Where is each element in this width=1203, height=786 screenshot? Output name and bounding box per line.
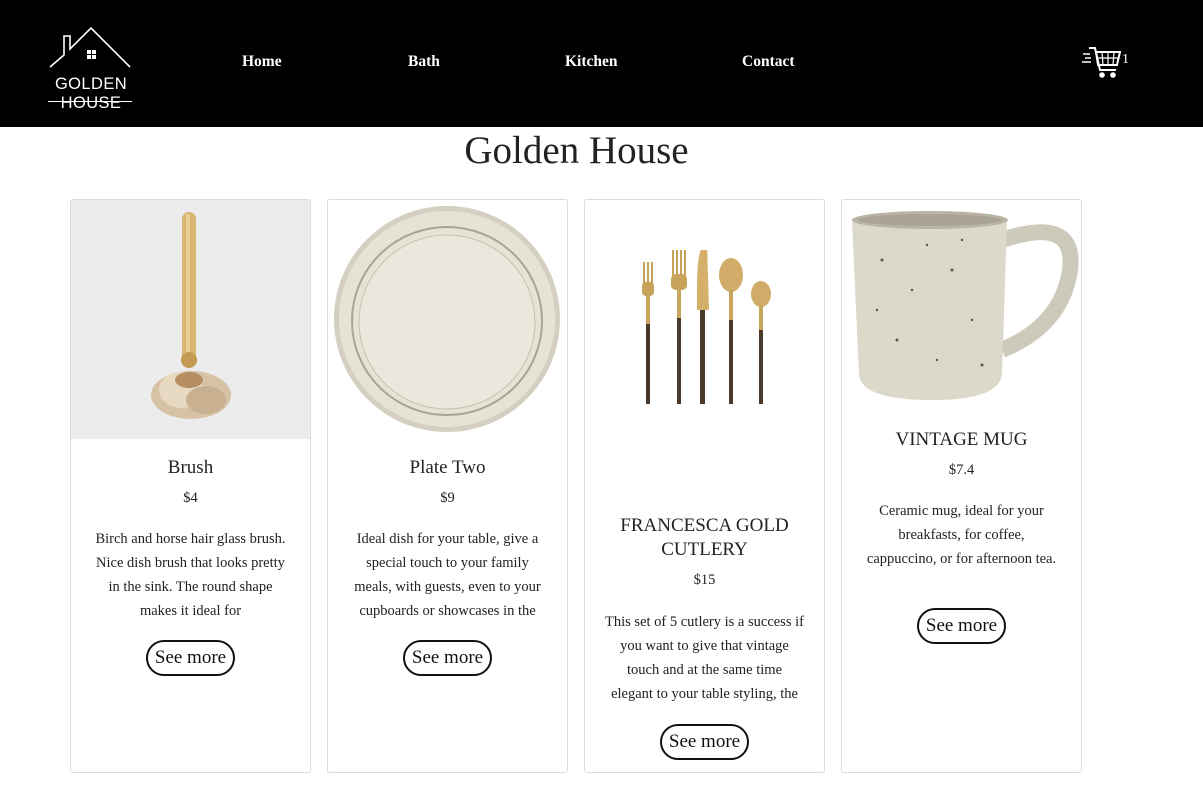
product-card-cutlery: FRANCESCA GOLD CUTLERY $15 This set of 5…: [584, 199, 825, 773]
shopping-cart-icon: [1082, 47, 1122, 78]
cart-count: 1: [1122, 52, 1129, 67]
product-card-brush: Brush $4 Birch and horse hair glass brus…: [70, 199, 311, 773]
see-more-button[interactable]: See more: [146, 640, 235, 676]
plate-image: [328, 200, 567, 439]
product-price: $7.4: [948, 462, 975, 478]
product-card-mug: VINTAGE MUG $7.4 Ceramic mug, ideal for …: [841, 199, 1082, 773]
brand-underline: [48, 101, 132, 102]
nav-bath-link[interactable]: Bath: [408, 53, 440, 71]
nav-contact-link[interactable]: Contact: [742, 53, 795, 71]
product-name: Plate Two: [409, 457, 486, 478]
see-more-button[interactable]: See more: [660, 724, 749, 760]
product-description: This set of 5 cutlery is a success if yo…: [605, 614, 804, 702]
product-description: Ceramic mug, ideal for your breakfasts, …: [866, 503, 1057, 567]
product-name: VINTAGE MUG: [895, 429, 1028, 450]
brand-name: GOLDEN HOUSE: [54, 75, 128, 112]
house-icon: [49, 26, 131, 68]
cart-button[interactable]: 1: [1082, 44, 1134, 80]
product-price: $4: [183, 490, 198, 506]
product-description: Birch and horse hair glass brush. Nice d…: [95, 531, 286, 619]
product-name: FRANCESCA GOLD CUTLERY: [620, 515, 789, 560]
cutlery-image: [585, 250, 824, 450]
navbar: GOLDEN HOUSE Home Bath Kitchen Contact 1: [0, 0, 1203, 127]
product-description: Ideal dish for your table, give a specia…: [354, 531, 541, 619]
product-price: $15: [693, 572, 716, 588]
see-more-button[interactable]: See more: [917, 608, 1006, 644]
see-more-button[interactable]: See more: [403, 640, 492, 676]
brand-logo[interactable]: GOLDEN HOUSE: [24, 22, 158, 112]
nav-home-link[interactable]: Home: [242, 53, 282, 71]
page-title: Golden House: [464, 129, 689, 172]
brush-image: [71, 200, 310, 439]
product-price: $9: [440, 490, 455, 506]
nav-kitchen-link[interactable]: Kitchen: [565, 53, 618, 71]
product-name: Brush: [167, 457, 214, 478]
mug-image: [842, 200, 1081, 410]
product-card-plate: Plate Two $9 Ideal dish for your table, …: [327, 199, 568, 773]
